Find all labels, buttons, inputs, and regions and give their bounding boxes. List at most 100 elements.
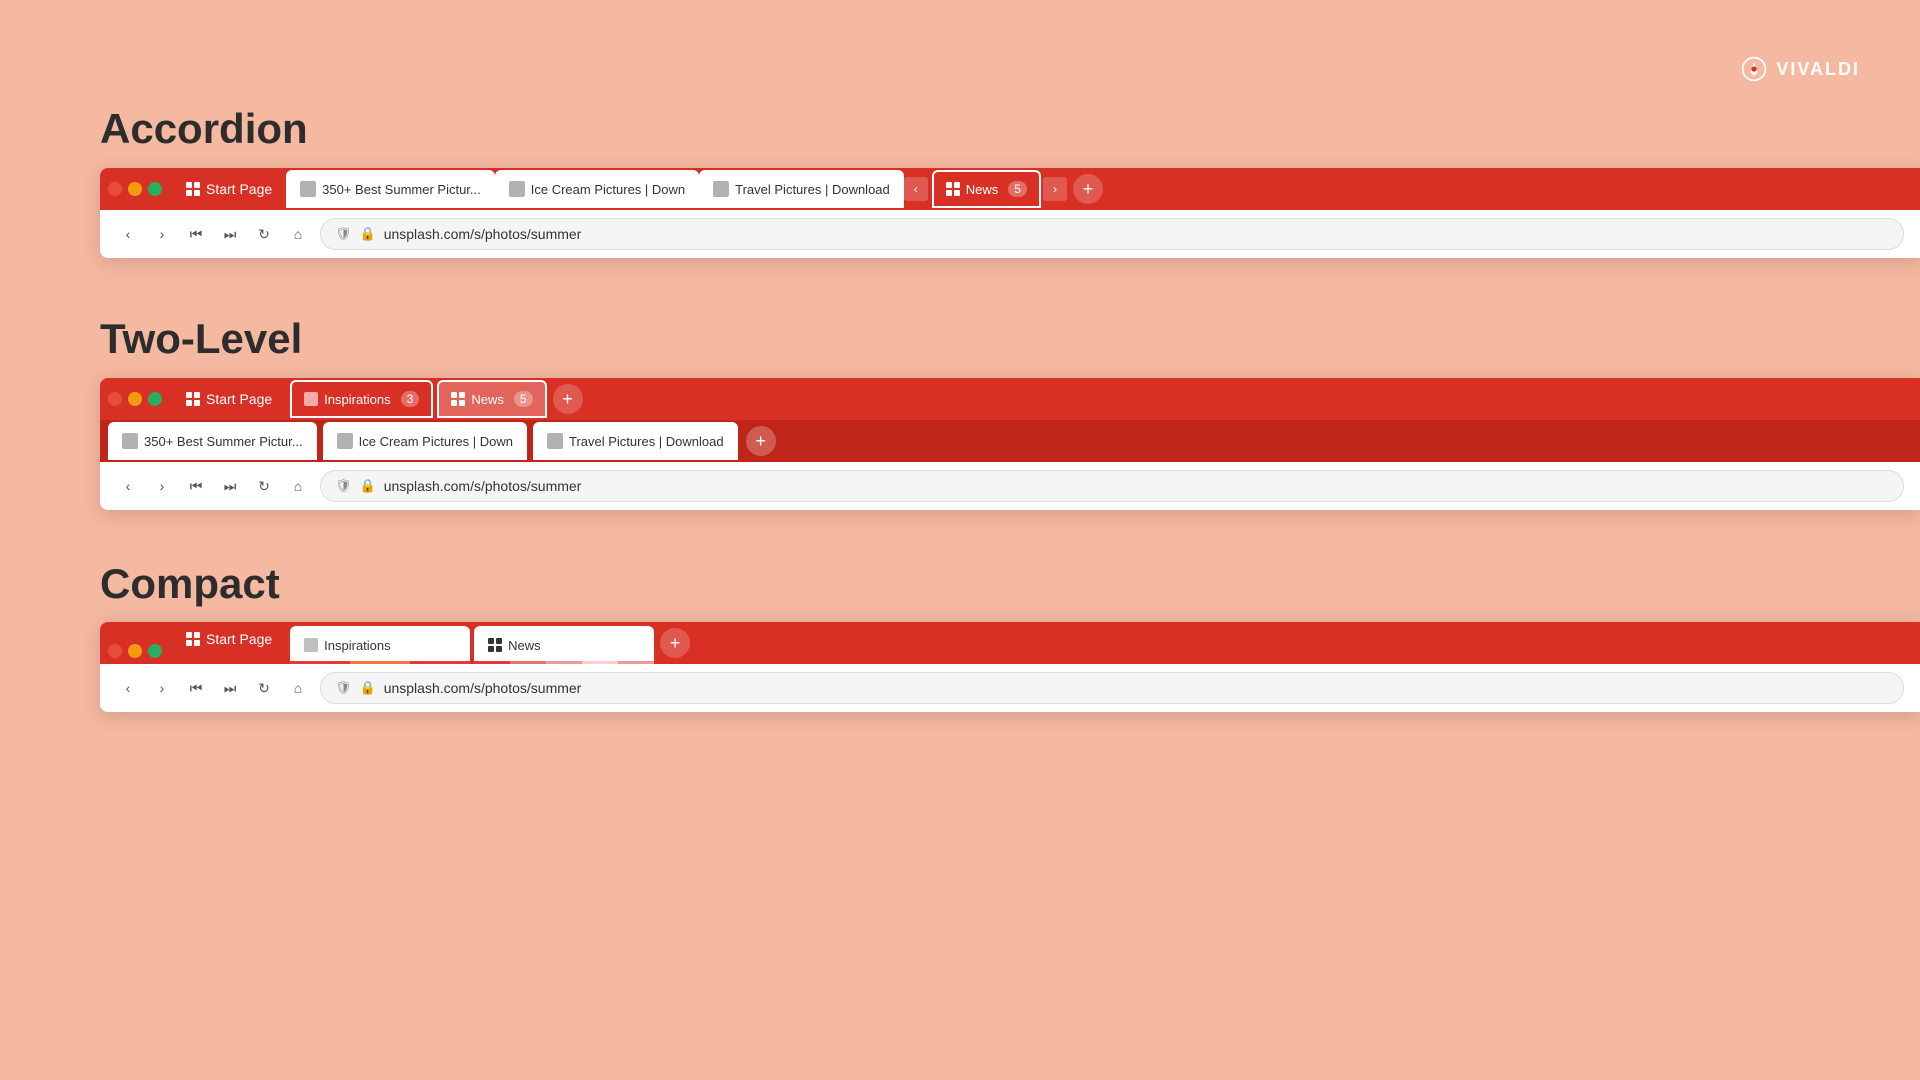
tab-icecream-label: Ice Cream Pictures | Down [531,182,685,197]
nav-first-2[interactable]: ⏮ [184,474,208,498]
traffic-lights-two-level [108,392,162,406]
tab-inspirations-compact[interactable]: Inspirations [290,626,470,664]
nav-back-accordion[interactable]: ‹ [116,222,140,246]
tab-travel-label: Travel Pictures | Download [735,182,890,197]
tab-inspirations-two-level[interactable]: Inspirations 3 [290,380,433,418]
tl-red-2[interactable] [108,392,122,406]
lock-icon-2: 🔒 [360,478,376,494]
traffic-lights-accordion [108,182,162,196]
nav-last-accordion[interactable]: ⏭ [218,222,242,246]
tl-green-3[interactable] [148,644,162,658]
accordion-title: Accordion [100,105,308,153]
tab-travel-accordion[interactable]: Travel Pictures | Download [699,170,904,208]
tab-icecream-two-level[interactable]: Ice Cream Pictures | Down [323,422,527,460]
shield-icon-2: 🛡 [335,478,352,494]
nav-first-accordion[interactable]: ⏮ [184,222,208,246]
nav-last-2[interactable]: ⏭ [218,474,242,498]
add-tab-btn-two-level-row2[interactable]: + [746,426,776,456]
tab-inspirations-label-compact: Inspirations [324,638,390,653]
tab-news-accordion[interactable]: News 5 [932,170,1041,208]
address-field-3[interactable]: 🛡 🔒 unsplash.com/s/photos/summer [320,672,1904,704]
tab-expand-right-accordion[interactable]: › [1043,177,1067,201]
nav-last-3[interactable]: ⏭ [218,676,242,700]
url-text-2: unsplash.com/s/photos/summer [384,478,582,494]
compact-indicator-inspirations [290,661,470,664]
tab-icecream-accordion[interactable]: Ice Cream Pictures | Down [495,170,699,208]
nav-home-2[interactable]: ⌂ [286,474,310,498]
tab-favicon-travel-2 [547,433,563,449]
two-level-browser: Start Page Inspirations 3 News 5 + 350+ … [100,378,1920,510]
tab-favicon-summer [300,181,316,197]
shield-icon-3: 🛡 [335,680,352,696]
nav-first-3[interactable]: ⏮ [184,676,208,700]
accordion-address-bar: ‹ › ⏮ ⏭ ↻ ⌂ 🛡 🔒 unsplash.com/s/photos/su… [100,210,1920,258]
tab-inspirations-count: 3 [401,391,420,407]
grid-icon-news-2 [451,392,465,406]
tab-start-two-level[interactable]: Start Page [172,378,286,420]
tab-news-label-compact: News [508,638,541,653]
nav-home-3[interactable]: ⌂ [286,676,310,700]
tab-news-two-level[interactable]: News 5 [437,380,546,418]
nav-forward-accordion[interactable]: › [150,222,174,246]
lock-icon-3: 🔒 [360,680,376,696]
tab-icon-inspirations-compact [304,638,318,652]
add-tab-btn-accordion[interactable]: + [1073,174,1103,204]
tl-yellow[interactable] [128,182,142,196]
tab-travel-two-level[interactable]: Travel Pictures | Download [533,422,738,460]
two-level-title: Two-Level [100,315,302,363]
nav-forward-2[interactable]: › [150,474,174,498]
grid-icon-start-3 [186,632,200,646]
compact-address-bar: ‹ › ⏮ ⏭ ↻ ⌂ 🛡 🔒 unsplash.com/s/photos/su… [100,664,1920,712]
nav-forward-3[interactable]: › [150,676,174,700]
tl-red[interactable] [108,182,122,196]
address-field-accordion[interactable]: 🛡 🔒 unsplash.com/s/photos/summer [320,218,1904,250]
tab-start-label-3: Start Page [206,631,272,647]
address-field-2[interactable]: 🛡 🔒 unsplash.com/s/photos/summer [320,470,1904,502]
tab-summer-accordion[interactable]: 350+ Best Summer Pictur... [286,170,495,208]
tab-start-label-2: Start Page [206,391,272,407]
tab-favicon-icecream [509,181,525,197]
tab-summer-two-level[interactable]: 350+ Best Summer Pictur... [108,422,317,460]
tl-yellow-2[interactable] [128,392,142,406]
traffic-lights-compact [108,644,162,658]
tab-news-compact[interactable]: News [474,626,654,664]
grid-icon-start [186,182,200,196]
nav-back-2[interactable]: ‹ [116,474,140,498]
nav-reload-2[interactable]: ↻ [252,474,276,498]
vivaldi-icon [1740,55,1768,83]
tl-green[interactable] [148,182,162,196]
nav-reload-3[interactable]: ↻ [252,676,276,700]
tl-red-3[interactable] [108,644,122,658]
compact-indicator-news [474,661,654,664]
tab-summer-label-2: 350+ Best Summer Pictur... [144,434,303,449]
tab-news-count: 5 [1008,181,1027,197]
add-tab-btn-two-level[interactable]: + [553,384,583,414]
tab-start-page-accordion[interactable]: Start Page [172,168,286,210]
compact-browser: Start Page Inspirations News [100,622,1920,712]
compact-title: Compact [100,560,280,608]
tab-start-label: Start Page [206,181,272,197]
tab-summer-label: 350+ Best Summer Pictur... [322,182,481,197]
accordion-tab-bar: Start Page 350+ Best Summer Pictur... Ic… [100,168,1920,210]
lock-icon-accordion: 🔒 [360,226,376,242]
vivaldi-logo: VIVALDI [1740,55,1860,83]
accordion-browser: Start Page 350+ Best Summer Pictur... Ic… [100,168,1920,258]
grid-icon-news-compact [488,638,502,652]
tab-icecream-label-2: Ice Cream Pictures | Down [359,434,513,449]
nav-reload-accordion[interactable]: ↻ [252,222,276,246]
nav-home-accordion[interactable]: ⌂ [286,222,310,246]
grid-icon-news-accordion [946,182,960,196]
tab-inspirations-label: Inspirations [324,392,390,407]
tab-news-count-2: 5 [514,391,533,407]
two-level-tab-bar-row1: Start Page Inspirations 3 News 5 + [100,378,1920,420]
nav-back-3[interactable]: ‹ [116,676,140,700]
tab-travel-label-2: Travel Pictures | Download [569,434,724,449]
tab-expand-btn-accordion[interactable]: ‹ [904,177,928,201]
tab-favicon-summer-2 [122,433,138,449]
tab-start-compact[interactable]: Start Page [172,622,286,660]
vivaldi-text: VIVALDI [1776,59,1860,80]
tl-yellow-3[interactable] [128,644,142,658]
add-tab-btn-compact[interactable]: + [660,628,690,658]
two-level-address-bar: ‹ › ⏮ ⏭ ↻ ⌂ 🛡 🔒 unsplash.com/s/photos/su… [100,462,1920,510]
tl-green-2[interactable] [148,392,162,406]
